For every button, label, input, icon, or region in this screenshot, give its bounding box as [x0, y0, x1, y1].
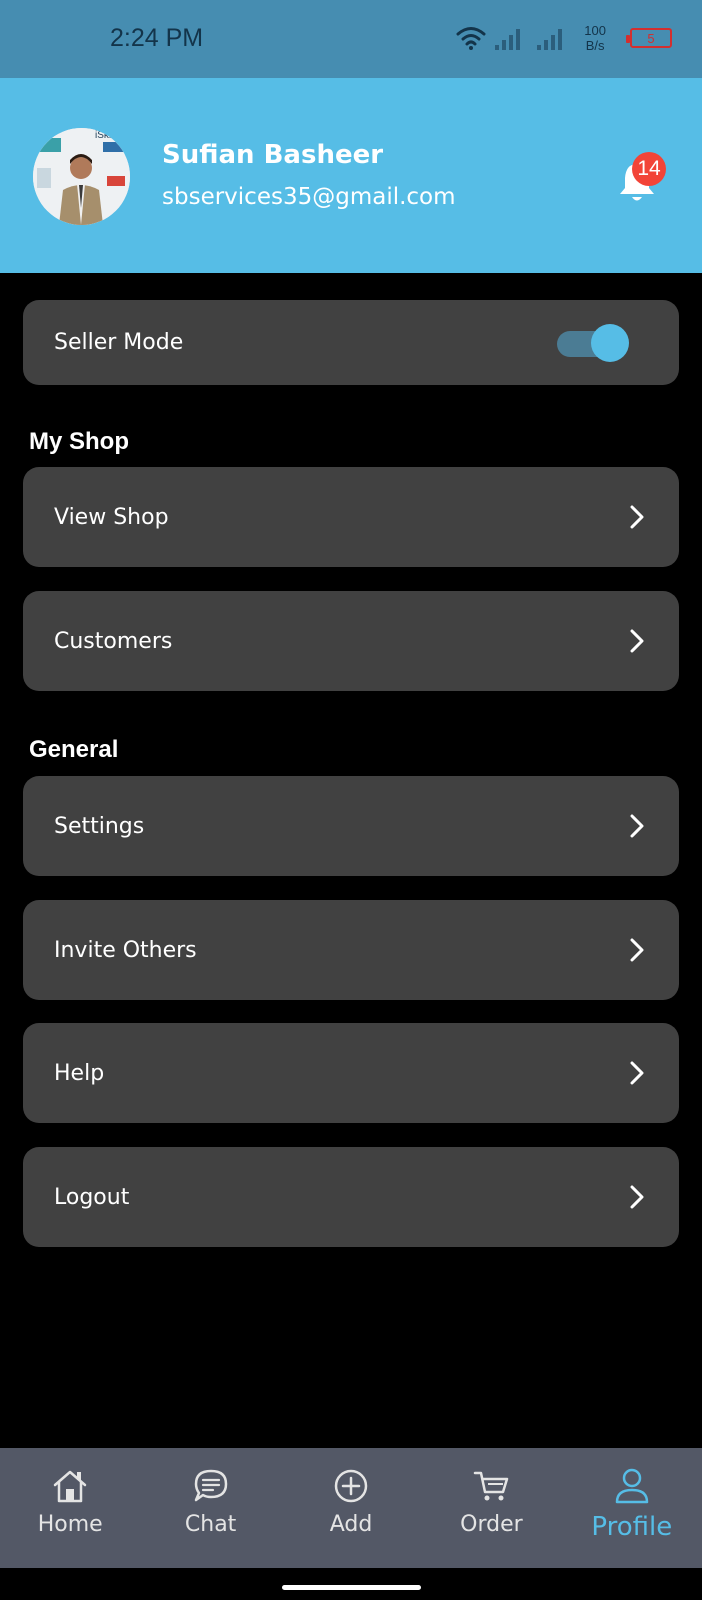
- signal-icon: [495, 29, 521, 50]
- speed-value: 100: [584, 23, 606, 38]
- chevron-right-icon: [630, 1061, 644, 1085]
- status-bar: 2:24 PM 100 B/s 5: [0, 0, 702, 78]
- menu-item-logout[interactable]: Logout: [23, 1147, 679, 1247]
- home-indicator: [282, 1585, 421, 1590]
- chevron-right-icon: [630, 938, 644, 962]
- menu-item-label: Invite Others: [54, 937, 197, 963]
- nav-label-home: Home: [37, 1512, 103, 1537]
- avatar-image: iSkills: [33, 128, 130, 225]
- cart-icon: [474, 1471, 509, 1501]
- menu-item-view-shop[interactable]: View Shop: [23, 467, 679, 567]
- menu-item-label: Settings: [54, 813, 145, 839]
- seller-mode-row: Seller Mode: [23, 300, 679, 385]
- nav-label-order: Order: [460, 1512, 523, 1537]
- chat-icon: [194, 1469, 227, 1502]
- home-icon: [53, 1470, 87, 1503]
- menu-item-label: Customers: [54, 628, 173, 654]
- profile-header: iSkills Sufian Basheer sbservices35@gmai…: [0, 78, 702, 273]
- section-title-my-shop: My Shop: [29, 428, 129, 455]
- nav-label-chat: Chat: [184, 1512, 237, 1537]
- nav-label-profile: Profile: [591, 1512, 673, 1542]
- nav-item-add[interactable]: Add: [281, 1448, 421, 1568]
- menu-item-settings[interactable]: Settings: [23, 776, 679, 876]
- avatar[interactable]: iSkills: [33, 128, 130, 225]
- user-name: Sufian Basheer: [162, 140, 384, 170]
- chevron-right-icon: [630, 505, 644, 529]
- nav-item-home[interactable]: Home: [0, 1448, 140, 1568]
- menu-item-customers[interactable]: Customers: [23, 591, 679, 691]
- chevron-right-icon: [630, 1185, 644, 1209]
- person-icon: [615, 1468, 649, 1504]
- nav-item-profile[interactable]: Profile: [562, 1448, 702, 1568]
- nav-label-add: Add: [329, 1512, 373, 1537]
- battery-level: 5: [647, 30, 655, 46]
- bottom-nav: Home Chat Add Order Profile: [0, 1448, 702, 1568]
- toggle-thumb: [591, 323, 629, 362]
- seller-mode-toggle[interactable]: [557, 323, 629, 362]
- signal-icon-2: [537, 29, 563, 50]
- menu-item-label: Logout: [54, 1184, 130, 1210]
- menu-item-help[interactable]: Help: [23, 1023, 679, 1123]
- add-circle-icon: [334, 1469, 368, 1503]
- status-icons: 100 B/s 5: [456, 20, 672, 56]
- nav-item-order[interactable]: Order: [421, 1448, 561, 1568]
- section-title-general: General: [29, 736, 119, 763]
- chevron-right-icon: [630, 629, 644, 653]
- menu-item-label: View Shop: [54, 504, 169, 530]
- battery-icon: 5: [626, 28, 672, 48]
- user-email: sbservices35@gmail.com: [162, 184, 456, 210]
- nav-item-chat[interactable]: Chat: [140, 1448, 280, 1568]
- wifi-icon: [456, 27, 486, 50]
- menu-item-invite-others[interactable]: Invite Others: [23, 900, 679, 1000]
- network-speed: 100 B/s: [584, 23, 606, 53]
- status-time: 2:24 PM: [110, 24, 204, 52]
- notification-badge: 14: [632, 152, 666, 186]
- chevron-right-icon: [630, 814, 644, 838]
- speed-unit: B/s: [585, 38, 605, 53]
- avatar-logo-text: iSkills: [95, 130, 121, 141]
- menu-item-label: Help: [54, 1060, 105, 1086]
- seller-mode-label: Seller Mode: [54, 330, 184, 355]
